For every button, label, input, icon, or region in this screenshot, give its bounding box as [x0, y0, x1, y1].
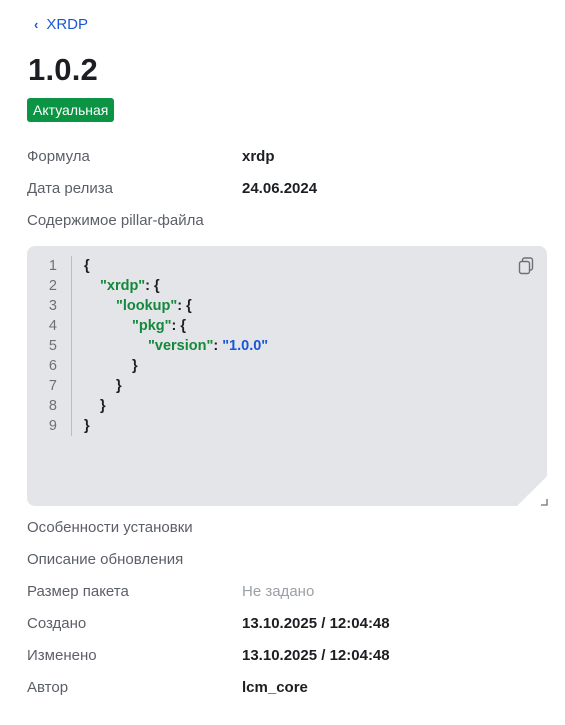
line-number: 7 [48, 378, 57, 394]
line-number: 1 [48, 258, 57, 274]
code-punctuation: : [213, 338, 223, 354]
code-punctuation: { [84, 258, 90, 274]
line-number: 8 [48, 398, 57, 414]
line-number: 9 [48, 418, 57, 434]
field-row-pillar: Содержимое pillar-файла [27, 212, 204, 229]
code-line: "pkg": { [84, 316, 268, 336]
field-label: Описание обновления [27, 551, 184, 568]
field-value: lcm_core [242, 679, 308, 696]
field-row-author: Автор lcm_core [27, 679, 308, 696]
field-value: xrdp [242, 148, 275, 165]
code-line: } [84, 376, 268, 396]
code-line: "lookup": { [84, 296, 268, 316]
field-value: 13.10.2025 / 12:04:48 [242, 615, 390, 632]
field-label: Изменено [27, 647, 97, 664]
copy-icon[interactable] [518, 257, 534, 275]
code-key: "xrdp" [100, 278, 146, 294]
code-line: } [84, 416, 268, 436]
field-row-package-size: Размер пакета Не задано [27, 583, 314, 600]
line-number: 6 [48, 358, 57, 374]
field-row-formula: Формула xrdp [27, 148, 275, 165]
code-punctuation: : { [177, 298, 192, 314]
field-row-install-notes: Особенности установки [27, 519, 193, 536]
line-number-gutter: 1 2 3 4 5 6 7 8 9 [27, 256, 72, 436]
field-value: 24.06.2024 [242, 180, 318, 197]
status-badge: Актуальная [27, 98, 115, 122]
code-line: "version": "1.0.0" [84, 336, 268, 356]
back-link[interactable]: ‹ XRDP [34, 16, 88, 33]
code-line: "xrdp": { [84, 276, 268, 296]
code-punctuation: } [132, 358, 138, 374]
package-version-page: ‹ XRDP 1.0.2 Актуальная Формула xrdp Дат… [0, 0, 565, 725]
pillar-code-editor[interactable]: 123456789 {"xrdp": {"lookup": {"pkg": {"… [27, 246, 547, 506]
back-link-label: XRDP [46, 16, 89, 33]
field-label: Размер пакета [27, 583, 129, 600]
code-punctuation: } [100, 398, 106, 414]
line-number: 3 [48, 298, 57, 314]
code-lines: {"xrdp": {"lookup": {"pkg": {"version": … [84, 256, 268, 436]
code-key: "lookup" [116, 298, 178, 314]
code-key: "pkg" [132, 318, 172, 334]
field-label: Создано [27, 615, 87, 632]
line-number: 2 [48, 278, 57, 294]
field-row-created: Создано 13.10.2025 / 12:04:48 [27, 615, 390, 632]
field-row-release-date: Дата релиза 24.06.2024 [27, 180, 317, 197]
code-line: } [84, 396, 268, 416]
line-number: 5 [48, 338, 57, 354]
field-label: Формула [27, 148, 90, 165]
field-label: Дата релиза [27, 180, 113, 197]
code-line: { [84, 256, 268, 276]
code-key: "version" [148, 338, 214, 354]
resize-handle-icon[interactable] [540, 498, 548, 506]
code-punctuation: : { [145, 278, 160, 294]
code-line: } [84, 356, 268, 376]
field-label: Особенности установки [27, 519, 193, 536]
code-string: "1.0.0" [222, 338, 269, 354]
field-label: Содержимое pillar-файла [27, 212, 204, 229]
code-punctuation: } [84, 418, 90, 434]
line-number: 4 [48, 318, 57, 334]
code-punctuation: } [116, 378, 122, 394]
code-punctuation: : { [171, 318, 187, 334]
field-row-update-description: Описание обновления [27, 551, 183, 568]
field-row-modified: Изменено 13.10.2025 / 12:04:48 [27, 647, 390, 664]
field-label: Автор [27, 679, 69, 696]
field-value: 13.10.2025 / 12:04:48 [242, 647, 390, 664]
page-title: 1.0.2 [28, 52, 98, 87]
field-value: Не задано [242, 583, 315, 600]
chevron-left-icon: ‹ [34, 17, 39, 32]
